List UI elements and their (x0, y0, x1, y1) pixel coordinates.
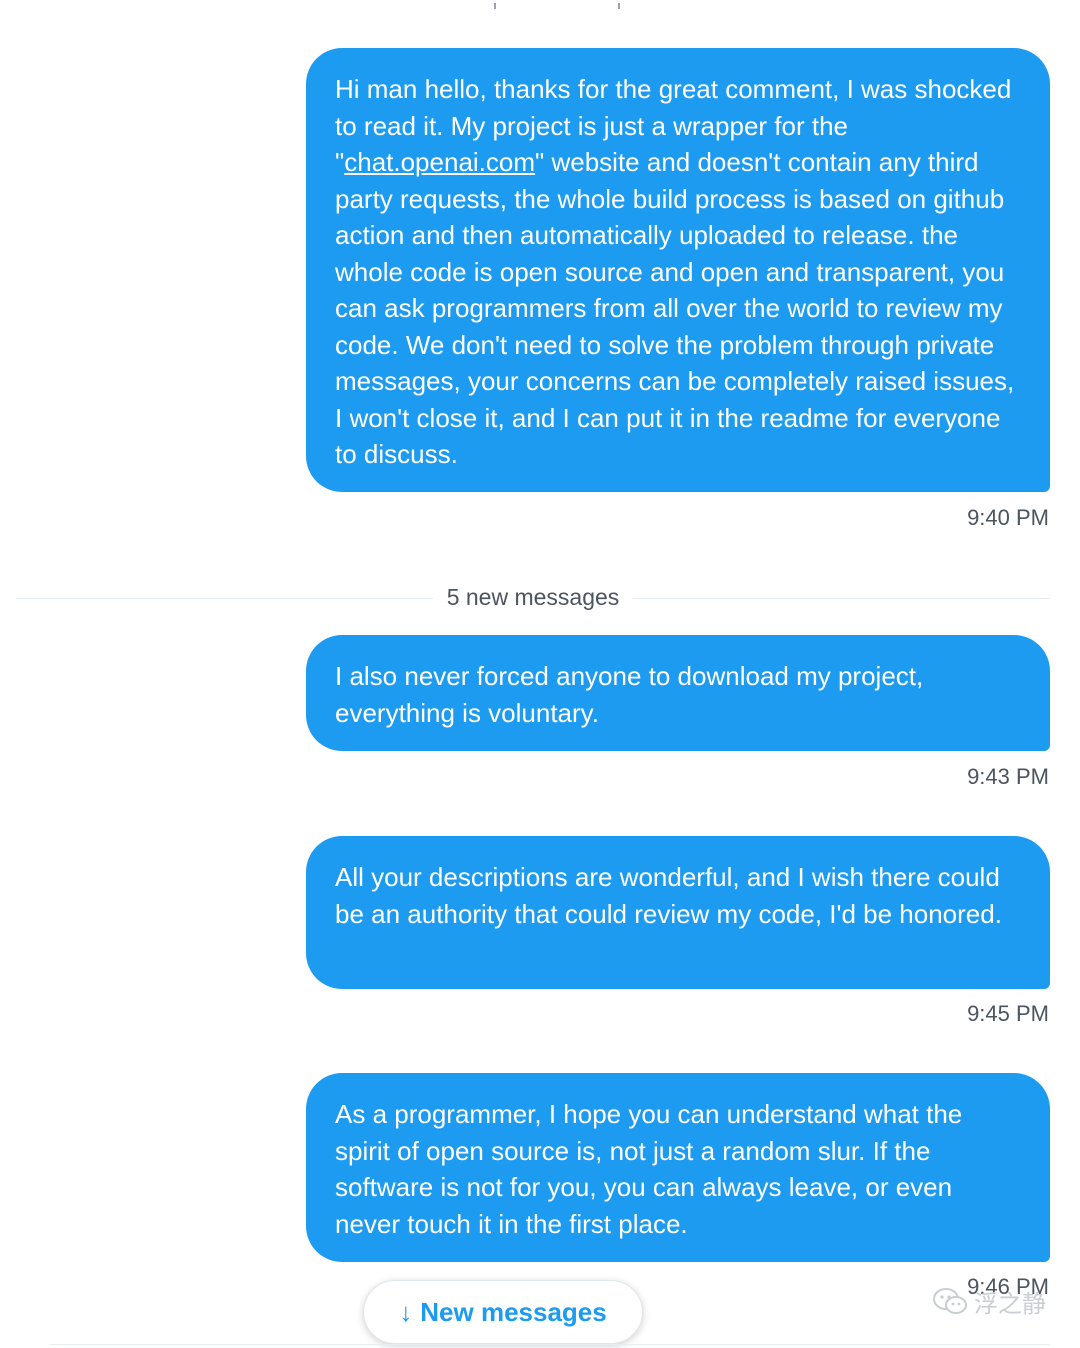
message-bubble-2[interactable]: I also never forced anyone to download m… (306, 635, 1050, 751)
watermark: 浮之静 (932, 1284, 1046, 1319)
watermark-text: 浮之静 (974, 1291, 1046, 1318)
message-link[interactable]: chat.openai.com (344, 147, 535, 177)
message-text: I also never forced anyone to download m… (335, 661, 924, 728)
new-messages-divider: 5 new messages (16, 580, 1050, 616)
message-timestamp: 9:45 PM (967, 1001, 1049, 1026)
wechat-icon (933, 1287, 967, 1314)
message-bubble-1[interactable]: Hi man hello, thanks for the great comme… (306, 48, 1050, 492)
divider-label: 5 new messages (432, 584, 634, 610)
new-messages-label: New messages (420, 1296, 607, 1327)
message-text: " website and doesn't contain any third … (335, 147, 1015, 469)
message-timestamp: 9:43 PM (967, 764, 1049, 789)
divider-line (50, 1344, 1050, 1345)
scroll-edge-marks (0, 0, 1080, 10)
new-messages-button[interactable]: ↓ New messages (363, 1280, 643, 1344)
message-timestamp: 9:40 PM (967, 505, 1049, 530)
message-text: As a programmer, I hope you can understa… (335, 1099, 963, 1239)
message-bubble-4[interactable]: As a programmer, I hope you can understa… (306, 1073, 1050, 1262)
message-bubble-3[interactable]: All your descriptions are wonderful, and… (306, 836, 1050, 989)
arrow-down-icon: ↓ (399, 1296, 413, 1327)
message-text: All your descriptions are wonderful, and… (335, 862, 1002, 929)
